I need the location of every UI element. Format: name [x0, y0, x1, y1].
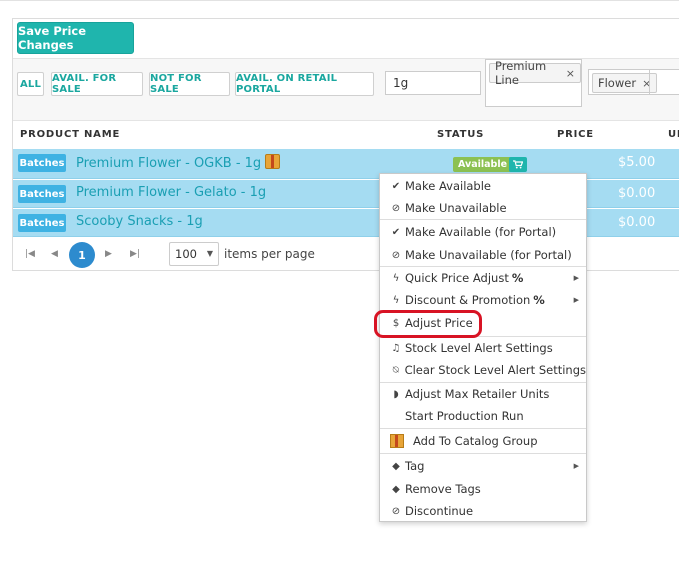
shield-icon: ◗ [393, 388, 399, 400]
tag-chip-label: Flower [598, 76, 637, 90]
first-page-icon[interactable]: |◀ [25, 249, 35, 259]
product-name-text: Premium Flower - OGKB - 1g [76, 156, 262, 171]
menu-item-add-to-catalog-group[interactable]: Add To Catalog Group [380, 430, 586, 452]
menu-item-make-unavailable-portal[interactable]: ⊘ Make Unavailable (for Portal) [380, 244, 586, 266]
menu-item-remove-tags[interactable]: ◆ Remove Tags [380, 478, 586, 500]
page-1-button[interactable]: 1 [69, 242, 95, 268]
percent-label: % [511, 271, 524, 285]
submenu-arrow-icon: ▶ [573, 296, 579, 304]
tag-filter-box-2[interactable]: Flower × [588, 69, 679, 95]
ban-icon: ⊘ [391, 249, 401, 261]
menu-item-label: Stock Level Alert Settings [405, 341, 553, 355]
filter-avail-on-retail-portal-button[interactable]: AVAIL. ON RETAIL PORTAL [235, 72, 374, 96]
save-price-changes-button[interactable]: Save Price Changes [17, 22, 134, 54]
ban-icon: ⊘ [391, 505, 401, 517]
menu-item-label: Make Unavailable [405, 201, 507, 215]
menu-divider [380, 428, 586, 429]
menu-item-quick-price-adjust[interactable]: ϟ Quick Price Adjust% ▶ [380, 267, 586, 289]
submenu-arrow-icon: ▶ [573, 462, 579, 470]
menu-item-tag[interactable]: ◆ Tag ▶ [380, 455, 586, 477]
menu-item-make-available-portal[interactable]: ✔ Make Available (for Portal) [380, 221, 586, 243]
page-size-value: 100 [175, 247, 197, 261]
menu-divider [380, 453, 586, 454]
status-badge: Available [453, 157, 513, 172]
grid-toolbar: Save Price Changes [13, 19, 679, 59]
context-menu: ✔ Make Available ⊘ Make Unavailable ✔ Make … [379, 173, 587, 522]
tags-icon: ◆ [392, 483, 400, 495]
menu-divider [380, 219, 586, 220]
batches-button[interactable]: Batches [18, 185, 66, 203]
filter-avail-for-sale-button[interactable]: AVAIL. FOR SALE [51, 72, 143, 96]
next-page-icon[interactable]: ▶ [105, 249, 112, 259]
catalog-box-icon [390, 434, 404, 448]
bolt-icon: ϟ [392, 294, 400, 306]
cart-icon[interactable] [509, 157, 527, 172]
bell-slash-icon: ⍉ [392, 364, 399, 376]
tags-icon: ◆ [392, 460, 400, 472]
menu-item-start-production-run[interactable]: Start Production Run [380, 405, 586, 427]
tag-chip-flower: Flower × [592, 73, 658, 93]
menu-item-adjust-max-retailer-units[interactable]: ◗ Adjust Max Retailer Units [380, 383, 586, 405]
submenu-arrow-icon: ▶ [573, 274, 579, 282]
bell-icon: ♫ [391, 342, 401, 354]
menu-item-label: Discontinue [405, 504, 474, 518]
menu-item-label: Make Available [405, 179, 492, 193]
menu-item-label: Start Production Run [405, 409, 524, 423]
column-header-product-name[interactable]: PRODUCT NAME [20, 129, 120, 140]
last-page-icon[interactable]: ▶| [130, 249, 140, 259]
menu-item-make-unavailable[interactable]: ⊘ Make Unavailable [380, 197, 586, 219]
menu-item-label: Remove Tags [405, 482, 481, 496]
ban-icon: ⊘ [391, 202, 401, 214]
batches-button[interactable]: Batches [18, 154, 66, 172]
tag-filter-box-1[interactable]: Premium Line × [485, 59, 582, 107]
menu-item-label: Discount & Promotion [405, 293, 531, 307]
menu-item-label: Adjust Max Retailer Units [405, 387, 550, 401]
table-header: PRODUCT NAME STATUS PRICE UN [13, 121, 679, 147]
column-header-units[interactable]: UN [668, 129, 679, 140]
menu-item-make-available[interactable]: ✔ Make Available [380, 175, 586, 197]
items-per-page-label: items per page [224, 247, 315, 261]
menu-item-label: Quick Price Adjust [405, 271, 509, 285]
filter-bar: ALL AVAIL. FOR SALE NOT FOR SALE AVAIL. … [13, 59, 679, 121]
menu-item-stock-level-alert[interactable]: ♫ Stock Level Alert Settings [380, 337, 586, 359]
prev-page-icon[interactable]: ◀ [51, 249, 58, 259]
filter-all-button[interactable]: ALL [17, 72, 44, 96]
price-cell[interactable]: $5.00 [618, 155, 655, 170]
top-divider [0, 0, 679, 1]
menu-item-discontinue[interactable]: ⊘ Discontinue [380, 500, 586, 522]
column-header-status[interactable]: STATUS [437, 129, 484, 140]
menu-item-label: Clear Stock Level Alert Settings [404, 363, 586, 377]
percent-label: % [533, 293, 545, 307]
price-cell[interactable]: $0.00 [618, 186, 655, 201]
remove-tag-icon[interactable]: × [566, 67, 575, 80]
search-input[interactable]: 1g [385, 71, 481, 95]
tag-input-area[interactable] [649, 70, 679, 94]
menu-item-label: Add To Catalog Group [413, 434, 538, 448]
chevron-down-icon: ▼ [206, 249, 213, 258]
menu-item-clear-stock-level-alert[interactable]: ⍉ Clear Stock Level Alert Settings [380, 359, 586, 381]
product-name-link[interactable]: Scooby Snacks - 1g [76, 214, 203, 229]
price-cell[interactable]: $0.00 [618, 215, 655, 230]
product-name-link[interactable]: Premium Flower - OGKB - 1g [76, 154, 281, 171]
column-header-price[interactable]: PRICE [557, 129, 594, 140]
check-circle-icon: ✔ [391, 180, 401, 192]
batches-button[interactable]: Batches [18, 214, 66, 232]
bolt-icon: ϟ [392, 272, 400, 284]
catalog-box-icon [265, 154, 281, 169]
highlight-ring [374, 310, 482, 338]
filter-not-for-sale-button[interactable]: NOT FOR SALE [149, 72, 230, 96]
menu-item-label: Tag [405, 459, 425, 473]
tag-chip-premium-line: Premium Line × [489, 59, 581, 87]
menu-item-discount-promotion[interactable]: ϟ Discount & Promotion% ▶ [380, 289, 586, 311]
menu-item-label: Make Available (for Portal) [405, 225, 557, 239]
tag-chip-label: Premium Line [495, 59, 547, 87]
product-name-link[interactable]: Premium Flower - Gelato - 1g [76, 185, 266, 200]
check-circle-icon: ✔ [391, 226, 401, 238]
page-size-select[interactable]: 100 ▼ [169, 242, 219, 266]
menu-item-label: Make Unavailable (for Portal) [405, 248, 572, 262]
